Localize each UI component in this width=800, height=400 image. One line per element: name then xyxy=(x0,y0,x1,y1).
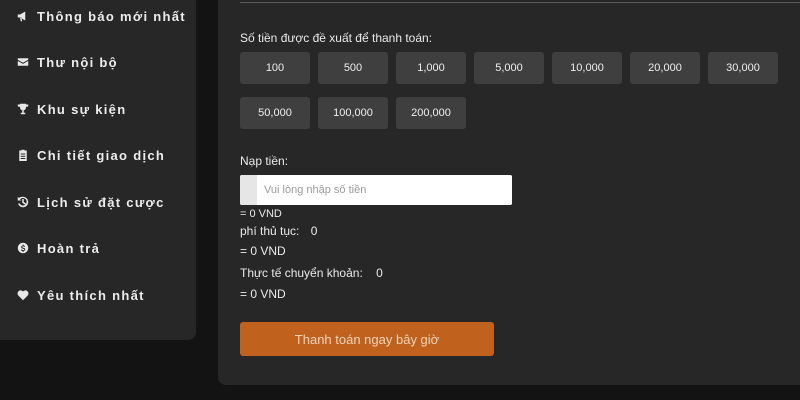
amount-button-100000[interactable]: 100,000 xyxy=(318,97,388,129)
converted-amount: = 0 VND xyxy=(240,208,282,220)
actual-transfer-label: Thực tế chuyển khoản: xyxy=(240,266,363,280)
amount-button-500[interactable]: 500 xyxy=(318,52,388,84)
sidebar-item-refund[interactable]: Hoàn trả xyxy=(16,236,100,260)
sidebar-item-label: Chi tiết giao dịch xyxy=(37,147,166,163)
amount-button-5000[interactable]: 5,000 xyxy=(474,52,544,84)
deposit-panel: Số tiền được đề xuất để thanh toán: 100 … xyxy=(218,0,800,385)
input-addon xyxy=(240,175,257,205)
amount-button-30000[interactable]: 30,000 xyxy=(708,52,778,84)
sidebar-item-bet-history[interactable]: Lịch sử đặt cược xyxy=(16,190,165,214)
sidebar-item-notifications[interactable]: Thông báo mới nhất xyxy=(16,4,186,28)
amount-button-1000[interactable]: 1,000 xyxy=(396,52,466,84)
sidebar-item-label: Yêu thích nhất xyxy=(37,287,145,303)
actual-transfer-value: 0 xyxy=(376,266,383,280)
sidebar-item-label: Khu sự kiện xyxy=(37,101,127,117)
amount-button-20000[interactable]: 20,000 xyxy=(630,52,700,84)
envelope-icon xyxy=(16,56,29,69)
sidebar-item-label: Lịch sử đặt cược xyxy=(37,194,165,210)
actual-transfer-converted: = 0 VND xyxy=(240,287,286,301)
amount-button-50000[interactable]: 50,000 xyxy=(240,97,310,129)
sidebar-item-label: Thông báo mới nhất xyxy=(37,8,186,24)
dollar-coin-icon xyxy=(16,242,29,255)
deposit-label: Nạp tiền: xyxy=(240,154,289,168)
sidebar-item-transactions[interactable]: Chi tiết giao dịch xyxy=(16,143,165,167)
fee-converted: = 0 VND xyxy=(240,244,286,258)
sidebar-item-label: Thư nội bộ xyxy=(37,54,118,70)
suggested-amount-label: Số tiền được đề xuất để thanh toán: xyxy=(240,31,433,45)
actual-transfer-row: Thực tế chuyển khoản: 0 xyxy=(240,266,383,280)
sidebar-item-label: Hoàn trả xyxy=(37,240,101,256)
trophy-icon xyxy=(16,103,29,116)
amount-input-group xyxy=(240,175,512,205)
sidebar-item-favorites[interactable]: Yêu thích nhất xyxy=(16,283,145,307)
sidebar: Thông báo mới nhất Thư nội bộ Khu sự kiệ… xyxy=(0,0,196,340)
sidebar-item-events[interactable]: Khu sự kiện xyxy=(16,97,126,121)
history-icon xyxy=(16,196,29,209)
amount-button-200000[interactable]: 200,000 xyxy=(396,97,466,129)
amount-button-100[interactable]: 100 xyxy=(240,52,310,84)
divider xyxy=(240,2,800,3)
sidebar-item-inbox[interactable]: Thư nội bộ xyxy=(16,50,118,74)
megaphone-icon xyxy=(16,10,29,23)
fee-value: 0 xyxy=(310,224,318,238)
fee-row: phí thủ tục: 0 xyxy=(240,224,317,238)
heart-icon xyxy=(16,289,29,302)
amount-input[interactable] xyxy=(257,175,512,205)
fee-label: phí thủ tục: xyxy=(240,224,300,238)
amount-button-10000[interactable]: 10,000 xyxy=(552,52,622,84)
clipboard-icon xyxy=(16,149,29,162)
pay-now-button[interactable]: Thanh toán ngay bây giờ xyxy=(240,322,494,356)
